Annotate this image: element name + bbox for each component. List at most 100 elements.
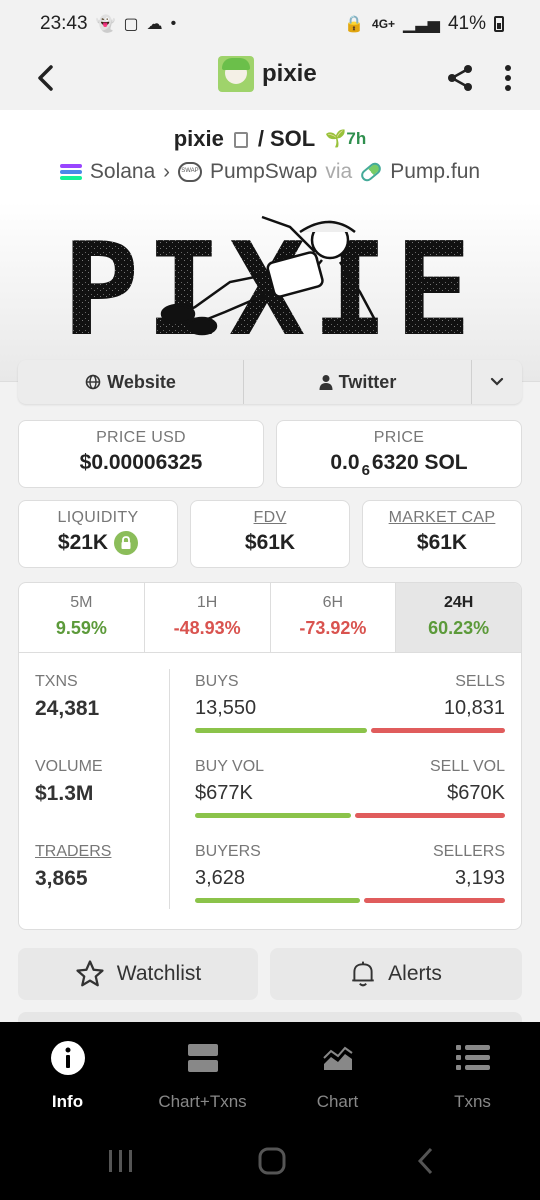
split-layout-icon [187,1040,219,1076]
copy-icon[interactable] [233,132,248,148]
banner-image: PIXIE [0,202,540,381]
pair-info: pixie / SOL 🌱7h Solana › SWAP PumpSwap v… [0,110,540,202]
market-cap-label[interactable]: MARKET CAP [363,509,521,527]
liquidity-value: $21K [57,531,109,554]
price-usd-label: PRICE USD [96,429,186,446]
globe-icon [85,374,101,390]
signal-icon: ▁▃▅ [403,16,440,33]
launchpad-link[interactable]: Pump.fun [390,160,480,184]
twitter-label: Twitter [338,371,397,392]
tab-6h[interactable]: 6H -73.92% [271,583,397,652]
liquidity-value-row: $21K [19,531,177,555]
list-icon [455,1040,490,1076]
buy-vol-bar [195,813,351,818]
pill-icon [358,160,384,184]
price-change: -73.92% [299,618,367,638]
sells-bar [371,728,505,733]
dot-icon: • [170,15,177,32]
network-type: 4G+ [372,17,396,31]
buy-vol-value: $677K [195,782,253,804]
home-button[interactable] [256,1146,288,1176]
price-native-card: PRICE 0.0 6 6320 SOL [276,420,522,488]
bell-icon [352,961,374,987]
traders-label[interactable]: TRADERS [35,843,111,861]
more-vert-icon [505,65,511,91]
pair-separator: / [257,126,264,151]
volume-value: $1.3M [35,782,94,805]
fdv-label[interactable]: FDV [191,509,349,527]
star-icon [76,960,104,987]
user-icon [319,375,333,390]
buys-value: 13,550 [195,697,257,719]
price-native-zeros: 6 [361,461,370,479]
solana-icon [59,164,82,180]
system-back-icon [417,1147,433,1175]
tab-5m[interactable]: 5M 9.59% [19,583,145,652]
app-header: pixie [0,48,540,110]
buys-sells-stat: BUYS SELLS 13,550 10,831 [195,673,505,733]
chain-link[interactable]: Solana [90,160,155,184]
liquidity-lock-icon[interactable] [114,531,139,555]
nav-chart-txns[interactable]: Chart+Txns [135,1022,270,1122]
website-button[interactable]: Website [18,360,244,404]
market-cap-card[interactable]: MARKET CAP $61K [362,500,522,568]
txns-value: 24,381 [35,697,100,720]
buyers-sellers-stat: BUYERS SELLERS 3,628 3,193 [195,843,505,903]
chevron-down-icon [490,377,504,386]
price-change: 60.23% [428,618,490,638]
sell-vol-value: $670K [447,782,505,804]
nav-txns[interactable]: Txns [405,1022,540,1122]
tab-1h[interactable]: 1H -48.93% [145,583,271,652]
header-token: pixie [218,56,317,92]
share-button[interactable] [440,58,480,98]
more-options-button[interactable] [492,58,524,98]
price-native-label: PRICE [373,429,425,446]
price-native-rest: 6320 SOL [371,451,468,474]
sells-value: 10,831 [443,697,505,719]
price-native-prefix: 0.0 [330,451,360,474]
share-icon [448,65,472,91]
sells-label: SELLS [455,673,505,690]
tab-label: 5M [70,594,93,611]
battery-icon [494,16,504,32]
buy-vol-label: BUY VOL [195,758,265,775]
nav-info[interactable]: Info [0,1022,135,1122]
instagram-icon: ▢ [123,16,139,33]
price-usd-value: $0.00006325 [79,451,203,474]
pair-age: 🌱7h [325,129,366,149]
volume-bar [195,813,505,818]
watchlist-button[interactable]: Watchlist [18,948,258,1000]
more-links-button[interactable] [472,360,522,404]
token-banner: PIXIE [0,202,540,382]
recent-apps-button[interactable] [106,1146,136,1176]
timeframe-tabs: 5M 9.59% 1H -48.93% 6H -73.92% 24H 60.23… [19,583,521,653]
alerts-button[interactable]: Alerts [270,948,522,1000]
header-title: pixie [262,60,317,87]
status-time: 23:43 [40,13,88,34]
volume-label: VOLUME [35,758,103,775]
price-change: -48.93% [173,618,241,638]
price-usd-card: PRICE USD $0.00006325 [18,420,264,488]
dex-link[interactable]: PumpSwap [210,160,317,184]
sellers-bar [363,898,505,903]
via-label: via [325,160,353,183]
price-change: 9.59% [55,618,107,638]
status-bar: 23:43 👻 ▢ ☁ • 🔒 4G+ ▁▃▅ 41% [0,0,540,48]
battery-percent: 41% [447,13,486,34]
buyers-label: BUYERS [195,843,261,860]
nav-chart[interactable]: Chart [270,1022,405,1122]
pair-title: pixie / SOL 🌱7h [0,126,540,152]
system-back-button[interactable] [412,1146,438,1176]
back-button[interactable] [26,58,66,98]
sell-vol-label: SELL VOL [429,758,505,775]
system-nav-bar [0,1122,540,1200]
timeframe-panel: 5M 9.59% 1H -48.93% 6H -73.92% 24H 60.23… [18,582,522,930]
market-cap-value: $61K [416,531,468,554]
banner-text: PIXIE [62,216,477,365]
home-icon [258,1147,286,1175]
buy-sell-vol-stat: BUY VOL SELL VOL $677K $670K [195,758,505,818]
tab-24h[interactable]: 24H 60.23% [396,583,521,652]
twitter-button[interactable]: Twitter [244,360,472,404]
tab-label: 1H [196,594,218,611]
fdv-card[interactable]: FDV $61K [190,500,350,568]
